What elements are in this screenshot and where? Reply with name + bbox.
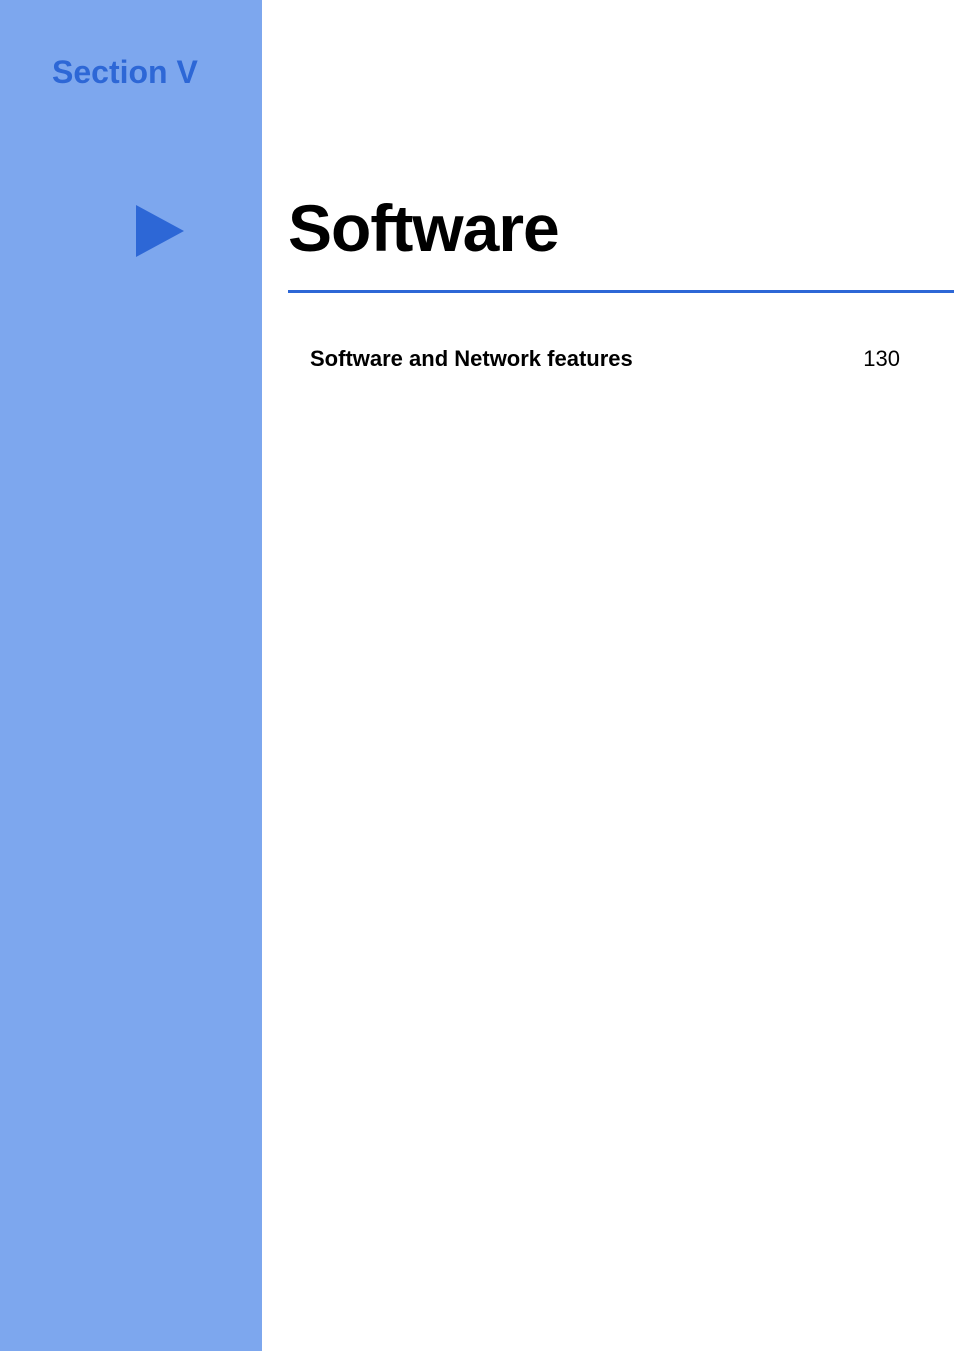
sidebar-band — [0, 0, 262, 1351]
toc-entry-title: Software and Network features — [310, 346, 633, 372]
page: Section V Software Software and Network … — [0, 0, 954, 1351]
triangle-right-icon — [136, 205, 184, 257]
toc-entry: Software and Network features 130 — [310, 346, 900, 372]
title-underline — [288, 290, 954, 293]
section-label: Section V — [52, 54, 198, 91]
toc-entry-page: 130 — [863, 346, 900, 372]
main-title: Software — [288, 190, 559, 266]
